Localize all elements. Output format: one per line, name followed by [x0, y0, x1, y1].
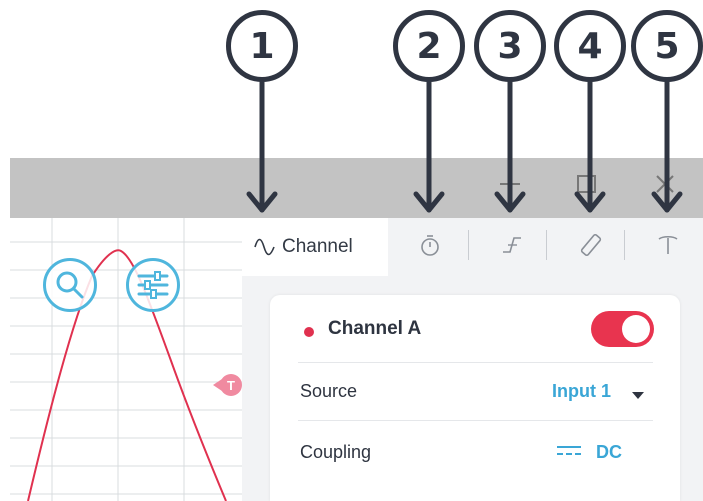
channel-color-dot	[304, 327, 314, 337]
tab-separator	[468, 230, 469, 260]
row-divider	[298, 362, 653, 363]
row-divider	[298, 420, 653, 421]
probe-icon[interactable]	[655, 232, 681, 258]
channel-enable-toggle[interactable]	[591, 311, 654, 347]
waveform-plot[interactable]	[10, 218, 242, 501]
minimize-icon[interactable]	[496, 170, 524, 198]
tab-channel[interactable]: Channel	[242, 218, 388, 276]
callout-3: 3	[474, 10, 546, 82]
tab-separator	[624, 230, 625, 260]
dc-coupling-icon	[557, 446, 581, 455]
trigger-edge-icon[interactable]	[499, 232, 525, 258]
callout-1: 1	[226, 10, 298, 82]
close-icon[interactable]	[651, 170, 679, 198]
coupling-select[interactable]: DC	[596, 442, 622, 463]
adjust-button[interactable]	[126, 258, 180, 312]
source-select[interactable]: Input 1	[552, 381, 611, 402]
magnifier-icon	[56, 271, 84, 299]
chevron-down-icon[interactable]	[632, 392, 644, 399]
sliders-icon	[137, 271, 169, 299]
zoom-button[interactable]	[43, 258, 97, 312]
tab-separator	[546, 230, 547, 260]
waveform-graph	[10, 218, 242, 501]
toggle-knob	[622, 315, 650, 343]
trigger-level-marker[interactable]: T	[220, 374, 242, 396]
callout-4: 4	[554, 10, 626, 82]
source-label: Source	[300, 381, 358, 401]
callout-2: 2	[393, 10, 465, 82]
coupling-label: Coupling	[300, 442, 372, 462]
channel-name: Channel A	[328, 318, 422, 339]
ruler-icon[interactable]	[578, 232, 604, 258]
stopwatch-icon[interactable]	[417, 232, 443, 258]
maximize-icon[interactable]	[573, 170, 601, 198]
sine-wave-icon	[254, 238, 275, 256]
tab-channel-label: Channel	[282, 236, 353, 257]
callout-5: 5	[631, 10, 703, 82]
